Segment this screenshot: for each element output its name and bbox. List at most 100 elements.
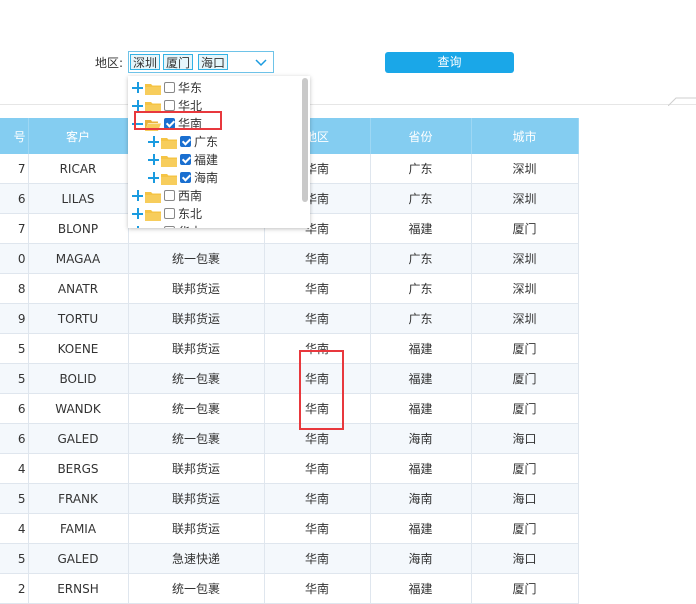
tree-node[interactable]: 西南 (132, 186, 202, 204)
folder-icon (145, 82, 161, 95)
tree-node-label: 东北 (178, 206, 203, 221)
tree-checkbox[interactable] (164, 226, 175, 228)
expand-icon[interactable] (148, 154, 159, 165)
cell-id: 6 (0, 183, 29, 214)
cell-province: 广东 (370, 154, 472, 184)
tree-child-node[interactable]: 海南 (148, 168, 218, 186)
cell-customer: GALED (28, 543, 129, 574)
cell-city: 海口 (471, 543, 579, 574)
tree-node-label: 华东 (178, 80, 203, 95)
tree-checkbox[interactable] (180, 154, 191, 165)
cell-province: 福建 (370, 333, 472, 364)
region-combobox[interactable]: 深圳 厦门 海口 (128, 51, 274, 73)
table-row[interactable]: 5 BOLID 统一包裹 华南 福建 厦门 (0, 363, 579, 394)
cell-customer: FAMIA (28, 513, 129, 544)
table-row[interactable]: 9 TORTU 联邦货运 华南 广东 深圳 (0, 303, 579, 334)
expand-icon[interactable] (132, 190, 143, 201)
column-header-province[interactable]: 省份 (370, 118, 472, 154)
cell-region: 华南 (264, 573, 371, 604)
region-tree-dropdown[interactable]: 华东华北华南广东福建海南西南东北华中 (128, 76, 310, 228)
expand-icon[interactable] (132, 100, 143, 111)
cell-shipper: 急速快递 (128, 543, 265, 574)
cell-province: 广东 (370, 273, 472, 304)
table-row[interactable]: 0 MAGAA 统一包裹 华南 广东 深圳 (0, 243, 579, 274)
cell-province: 海南 (370, 483, 472, 514)
column-header-id[interactable]: 号 (0, 118, 29, 154)
chevron-down-icon[interactable] (255, 56, 267, 68)
table-row[interactable]: 4 FAMIA 联邦货运 华南 福建 厦门 (0, 513, 579, 544)
cell-customer: GALED (28, 423, 129, 454)
table-row[interactable]: 4 BERGS 联邦货运 华南 福建 厦门 (0, 453, 579, 484)
table-row[interactable]: 6 GALED 统一包裹 华南 海南 海口 (0, 423, 579, 454)
cell-province: 福建 (370, 363, 472, 394)
cell-city: 深圳 (471, 183, 579, 214)
region-cells-highlight (299, 350, 344, 430)
table-row[interactable]: 5 GALED 急速快递 华南 海南 海口 (0, 543, 579, 574)
cell-id: 4 (0, 453, 29, 484)
expand-icon[interactable] (148, 136, 159, 147)
collapse-tab-icon[interactable] (668, 96, 696, 106)
expand-icon[interactable] (132, 208, 143, 219)
folder-icon (145, 190, 161, 203)
tree-checkbox[interactable] (164, 82, 175, 93)
cell-city: 深圳 (471, 243, 579, 274)
table-row[interactable]: 2 ERNSH 统一包裹 华南 福建 厦门 (0, 573, 579, 604)
folder-icon (161, 154, 177, 167)
tree-child-node[interactable]: 福建 (148, 150, 218, 168)
expand-icon[interactable] (132, 226, 143, 228)
tree-checkbox[interactable] (164, 100, 175, 111)
cell-customer: WANDK (28, 393, 129, 424)
dropdown-scrollbar[interactable] (302, 78, 308, 202)
cell-city: 深圳 (471, 154, 579, 184)
cell-shipper: 统一包裹 (128, 573, 265, 604)
expand-icon[interactable] (148, 172, 159, 183)
cell-customer: KOENE (28, 333, 129, 364)
cell-shipper: 联邦货运 (128, 273, 265, 304)
tree-child-node[interactable]: 广东 (148, 132, 218, 150)
cell-id: 7 (0, 213, 29, 244)
table-row[interactable]: 8 ANATR 联邦货运 华南 广东 深圳 (0, 273, 579, 304)
selected-tag-xiamen[interactable]: 厦门 (163, 54, 194, 70)
cell-shipper: 联邦货运 (128, 483, 265, 514)
column-header-customer[interactable]: 客户 (28, 118, 129, 154)
cell-city: 海口 (471, 483, 579, 514)
table-row[interactable]: 5 KOENE 联邦货运 华南 福建 厦门 (0, 333, 579, 364)
table-row[interactable]: 6 WANDK 统一包裹 华南 福建 厦门 (0, 393, 579, 424)
tree-checkbox[interactable] (180, 172, 191, 183)
tree-node[interactable]: 华中 (132, 222, 202, 228)
cell-city: 厦门 (471, 213, 579, 244)
filter-bar: 地区: 深圳 厦门 海口 查询 (0, 0, 696, 106)
cell-customer: ANATR (28, 273, 129, 304)
column-header-city[interactable]: 城市 (471, 118, 579, 154)
tree-node[interactable]: 华东 (132, 78, 202, 96)
tree-node-label: 西南 (178, 188, 203, 203)
cell-city: 厦门 (471, 333, 579, 364)
cell-shipper: 联邦货运 (128, 333, 265, 364)
tree-node-label: 海南 (194, 170, 219, 185)
cell-shipper: 联邦货运 (128, 453, 265, 484)
cell-region: 华南 (264, 303, 371, 334)
query-button[interactable]: 查询 (385, 52, 514, 73)
cell-region: 华南 (264, 513, 371, 544)
cell-province: 广东 (370, 303, 472, 334)
cell-customer: ERNSH (28, 573, 129, 604)
tree-node-label: 福建 (194, 152, 219, 167)
tree-checkbox[interactable] (164, 190, 175, 201)
cell-id: 0 (0, 243, 29, 274)
tree-checkbox[interactable] (180, 136, 191, 147)
cell-shipper: 联邦货运 (128, 303, 265, 334)
cell-shipper: 联邦货运 (128, 513, 265, 544)
cell-province: 福建 (370, 393, 472, 424)
tree-node[interactable]: 东北 (132, 204, 202, 222)
tree-checkbox[interactable] (164, 208, 175, 219)
expand-icon[interactable] (132, 82, 143, 93)
selected-tag-shenzhen[interactable]: 深圳 (130, 54, 161, 70)
cell-customer: RICAR (28, 154, 129, 184)
cell-city: 厦门 (471, 363, 579, 394)
cell-region: 华南 (264, 543, 371, 574)
selected-tag-haikou[interactable]: 海口 (198, 54, 229, 70)
table-row[interactable]: 5 FRANK 联邦货运 华南 海南 海口 (0, 483, 579, 514)
cell-id: 5 (0, 363, 29, 394)
cell-city: 厦门 (471, 513, 579, 544)
cell-customer: BLONP (28, 213, 129, 244)
